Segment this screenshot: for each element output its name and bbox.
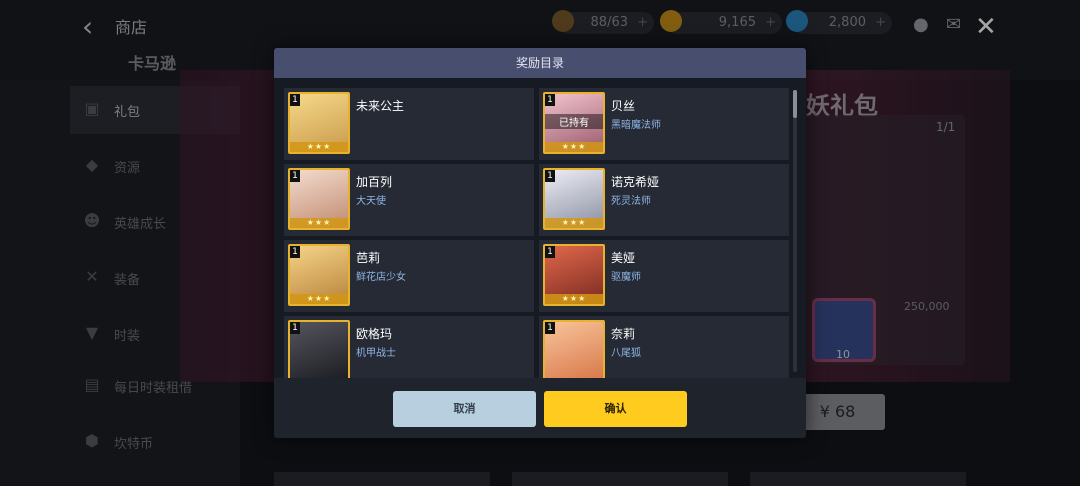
hero-level: 1: [290, 246, 300, 258]
hero-level: 1: [290, 94, 300, 106]
hero-name: 美娅: [611, 251, 636, 265]
hero-class: 鲜花店少女: [356, 272, 406, 283]
hero-portrait: 1 ★★★: [288, 168, 350, 230]
star-rating: ★★★: [290, 294, 348, 304]
hero-list[interactable]: 1 ★★★ 未来公主 1 已持有 ★★★ 贝丝 黑暗魔法师 1 ★★★ 加百列 …: [274, 78, 806, 378]
star-rating: ★★★: [545, 294, 603, 304]
hero-card[interactable]: 1 ★★★ 未来公主: [284, 88, 534, 160]
hero-card[interactable]: 1 欧格玛 机甲战士: [284, 316, 534, 378]
hero-name: 欧格玛: [356, 327, 393, 341]
hero-level: 1: [545, 246, 555, 258]
star-rating: ★★★: [545, 218, 603, 228]
confirm-button[interactable]: 确认: [544, 391, 687, 427]
hero-level: 1: [545, 94, 555, 106]
cancel-button[interactable]: 取消: [393, 391, 536, 427]
hero-name: 芭莉: [356, 251, 381, 265]
hero-level: 1: [290, 170, 300, 182]
shop-screen: ‹ 商店 88/63 + 9,165 + 2,800 + ● ✉ ✕ 卡马逊 ▣…: [0, 0, 1080, 486]
dialog-title: 奖励目录: [274, 48, 806, 78]
hero-card[interactable]: 1 ★★★ 美娅 驱魔师: [539, 240, 789, 312]
hero-name: 奈莉: [611, 327, 636, 341]
hero-portrait: 1 ★★★: [543, 244, 605, 306]
hero-class: 死灵法师: [611, 196, 651, 207]
star-rating: ★★★: [290, 142, 348, 152]
hero-card[interactable]: 1 奈莉 八尾狐: [539, 316, 789, 378]
hero-class: 驱魔师: [611, 272, 641, 283]
hero-name: 未来公主: [356, 99, 405, 113]
hero-level: 1: [290, 322, 300, 334]
hero-card[interactable]: 1 ★★★ 诺克希娅 死灵法师: [539, 164, 789, 236]
star-rating: ★★★: [290, 218, 348, 228]
list-scrollbar[interactable]: [793, 90, 797, 372]
hero-name: 贝丝: [611, 99, 636, 113]
reward-list-dialog: 奖励目录 1 ★★★ 未来公主 1 已持有 ★★★ 贝丝 黑暗魔法师 1 ★★★…: [274, 48, 806, 438]
hero-name: 加百列: [356, 175, 393, 189]
hero-class: 机甲战士: [356, 348, 396, 359]
hero-card[interactable]: 1 ★★★ 加百列 大天使: [284, 164, 534, 236]
hero-class: 八尾狐: [611, 348, 641, 359]
hero-level: 1: [545, 170, 555, 182]
hero-card[interactable]: 1 ★★★ 芭莉 鲜花店少女: [284, 240, 534, 312]
hero-class: 黑暗魔法师: [611, 120, 661, 131]
hero-portrait: 1 已持有 ★★★: [543, 92, 605, 154]
hero-portrait: 1: [288, 320, 350, 378]
hero-portrait: 1 ★★★: [543, 168, 605, 230]
hero-portrait: 1: [543, 320, 605, 378]
scrollbar-thumb[interactable]: [793, 90, 797, 118]
hero-portrait: 1 ★★★: [288, 244, 350, 306]
hero-portrait: 1 ★★★: [288, 92, 350, 154]
hero-card[interactable]: 1 已持有 ★★★ 贝丝 黑暗魔法师: [539, 88, 789, 160]
hero-class: 大天使: [356, 196, 386, 207]
star-rating: ★★★: [545, 142, 603, 152]
hero-level: 1: [545, 322, 555, 334]
hero-name: 诺克希娅: [611, 175, 660, 189]
owned-badge: 已持有: [545, 114, 603, 129]
